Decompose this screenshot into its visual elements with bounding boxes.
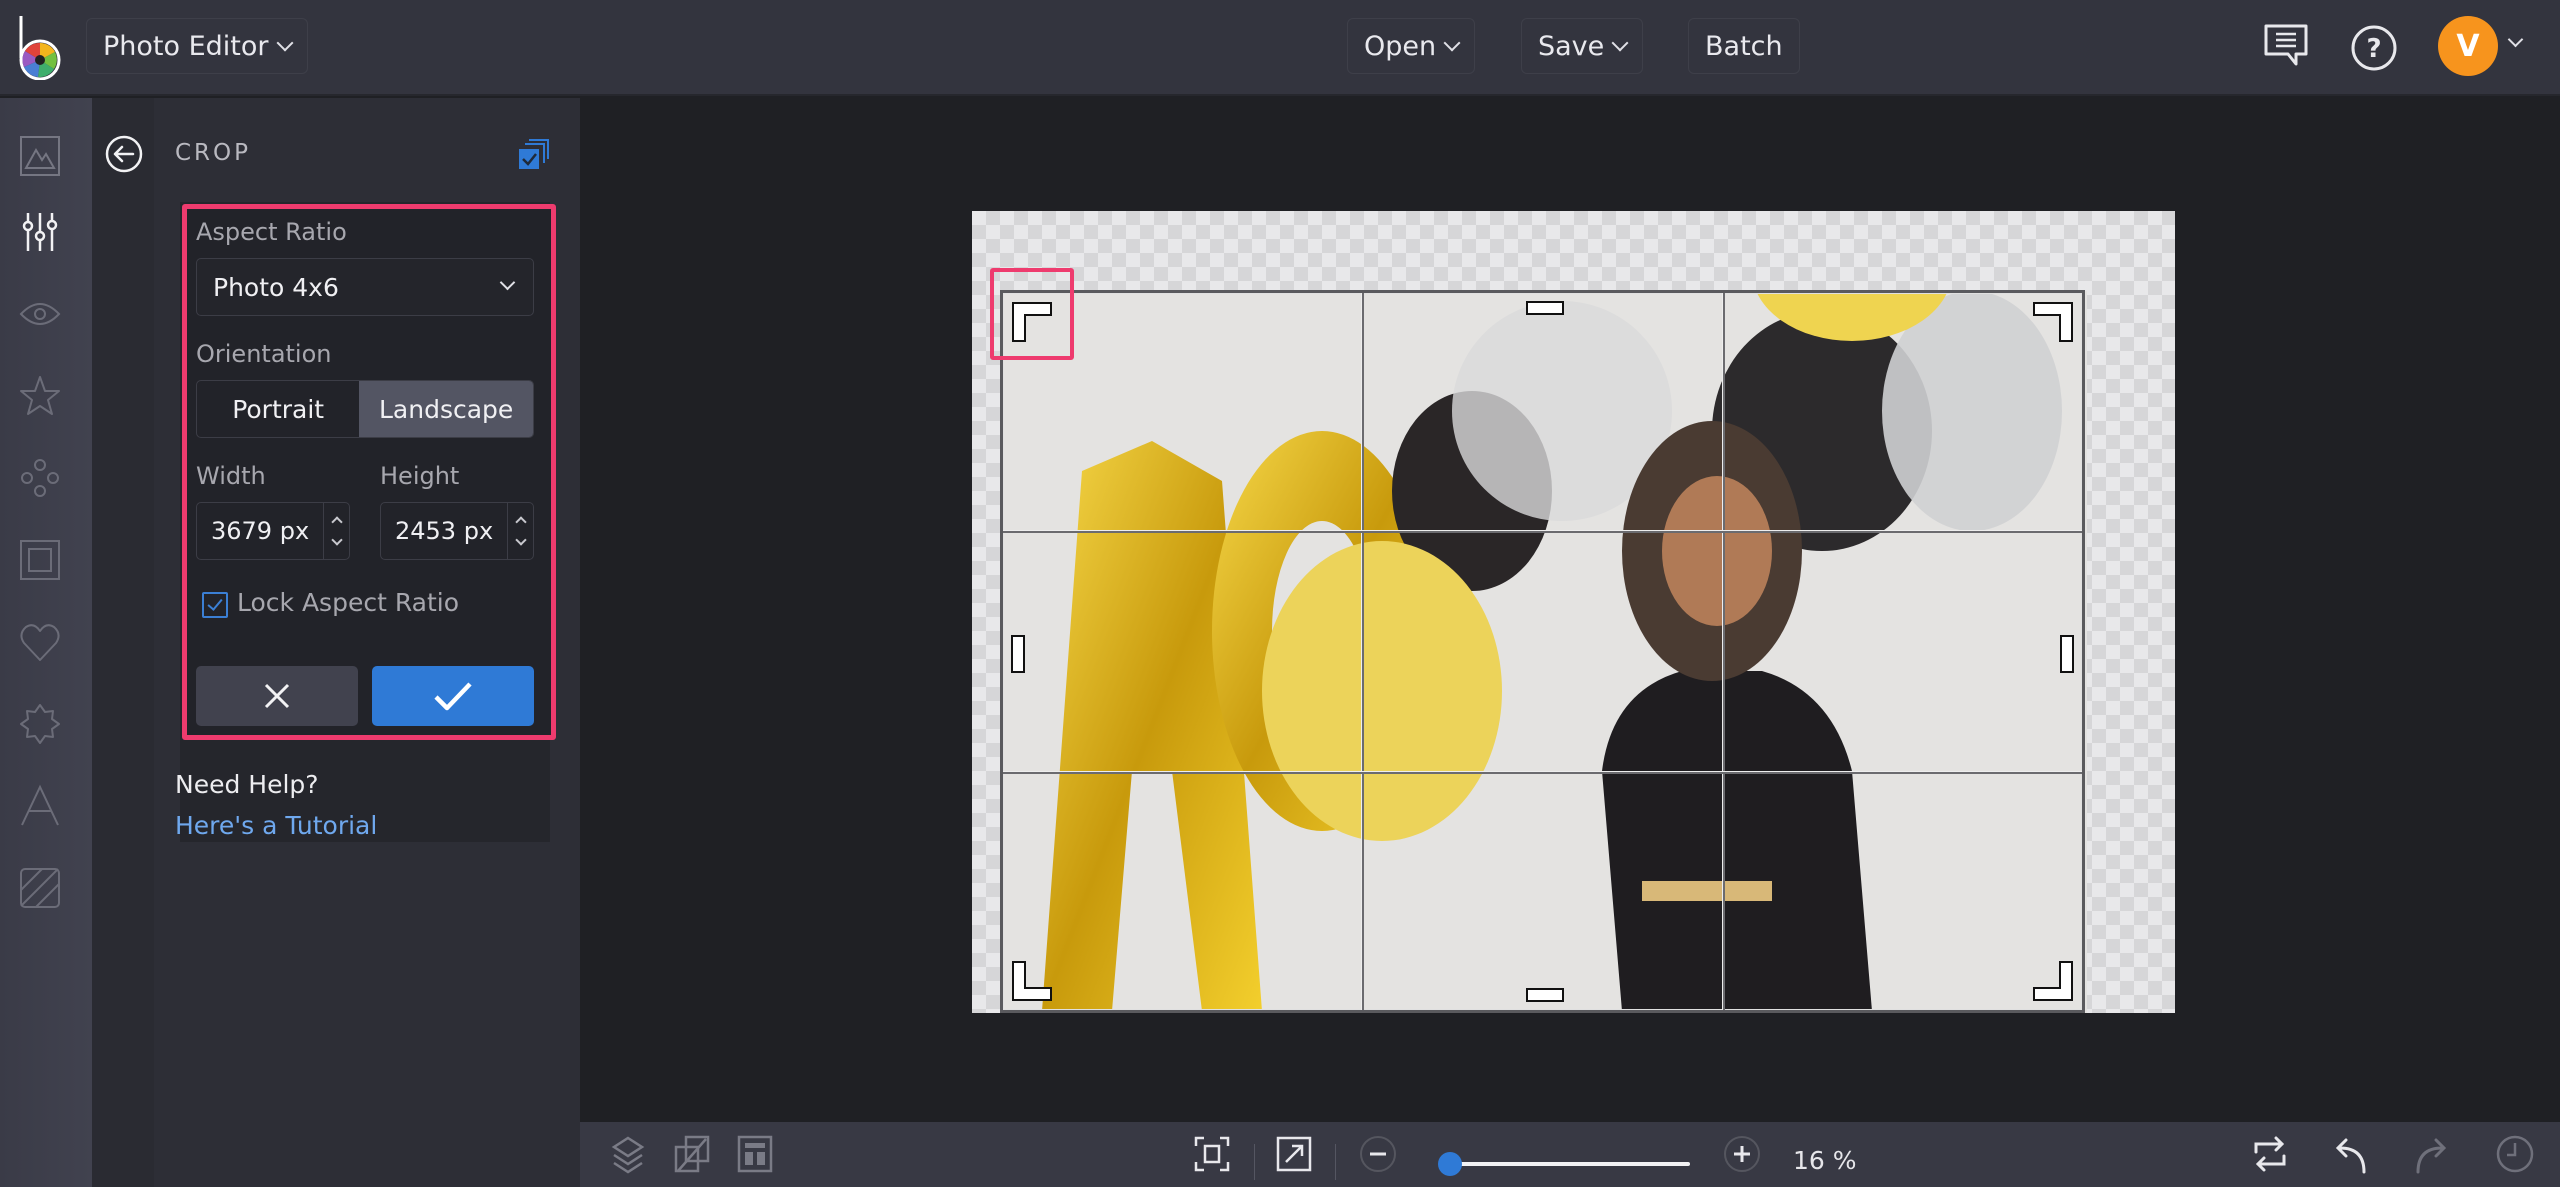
width-label: Width: [196, 462, 266, 490]
help-icon[interactable]: ?: [2350, 24, 2398, 72]
aspect-ratio-value: Photo 4x6: [213, 272, 339, 302]
width-stepper: [323, 503, 349, 559]
app-logo[interactable]: [14, 14, 66, 80]
texture-icon[interactable]: [18, 866, 62, 910]
lock-aspect-ratio-label[interactable]: Lock Aspect Ratio: [237, 588, 459, 617]
width-value[interactable]: 3679 px: [197, 503, 323, 559]
compare-icon[interactable]: [672, 1134, 712, 1174]
adjustments-icon[interactable]: [18, 210, 62, 254]
crop-handle-top[interactable]: [1526, 301, 1564, 315]
open-button[interactable]: Open: [1347, 18, 1476, 74]
image-icon[interactable]: [18, 134, 62, 178]
redo-icon[interactable]: [2412, 1134, 2452, 1174]
top-bar: Photo Editor Open Save Batch ? V: [0, 0, 2560, 96]
crop-frame[interactable]: [1000, 290, 2085, 1013]
batch-label: Batch: [1705, 30, 1783, 62]
help-title: Need Help?: [175, 770, 319, 799]
text-icon[interactable]: [18, 784, 62, 828]
orientation-landscape-button[interactable]: Landscape: [359, 381, 533, 437]
orientation-portrait-button[interactable]: Portrait: [197, 381, 359, 437]
crop-handle-bottom-left[interactable]: [1011, 960, 1053, 1002]
save-label: Save: [1538, 30, 1605, 62]
apply-to-all-icon[interactable]: [517, 136, 551, 170]
cancel-button[interactable]: [196, 666, 358, 726]
apply-button[interactable]: [372, 666, 534, 726]
tutorial-link[interactable]: Here's a Tutorial: [175, 811, 377, 840]
decrement-icon[interactable]: [514, 534, 527, 546]
chevron-down-icon: [499, 274, 516, 291]
back-arrow-icon[interactable]: [104, 134, 144, 174]
close-icon: [264, 683, 290, 709]
orientation-toggle: Portrait Landscape: [196, 380, 534, 438]
panel-gutter: [92, 98, 154, 1187]
zoom-slider-knob[interactable]: [1438, 1152, 1462, 1176]
mode-dropdown[interactable]: Photo Editor: [86, 18, 308, 74]
divider: [1335, 1144, 1336, 1180]
height-input[interactable]: 2453 px: [380, 502, 534, 560]
actual-size-icon[interactable]: [1274, 1134, 1314, 1174]
layout-icon[interactable]: [735, 1134, 775, 1174]
checkmark-icon: [434, 682, 472, 711]
history-icon[interactable]: [2495, 1134, 2535, 1174]
zoom-in-icon[interactable]: [1722, 1134, 1762, 1174]
crop-handle-right[interactable]: [2060, 635, 2074, 673]
tool-sidebar: [0, 98, 92, 1187]
chevron-down-icon: [276, 34, 294, 52]
aspect-ratio-label: Aspect Ratio: [196, 218, 347, 246]
lock-aspect-ratio-checkbox[interactable]: [202, 592, 228, 618]
eye-icon[interactable]: [18, 292, 62, 336]
mode-label: Photo Editor: [103, 30, 269, 62]
crop-handle-bottom-right[interactable]: [2032, 960, 2074, 1002]
decrement-icon[interactable]: [330, 534, 343, 546]
chevron-down-icon: [1611, 34, 1629, 52]
account-menu-chevron-icon[interactable]: [2507, 31, 2524, 48]
height-label: Height: [380, 462, 460, 490]
comment-icon[interactable]: [2262, 22, 2310, 70]
badge-icon[interactable]: [18, 702, 62, 746]
open-label: Open: [1364, 30, 1437, 62]
graphics-icon[interactable]: [18, 456, 62, 500]
crop-handle-left[interactable]: [1011, 635, 1025, 673]
corner-handle-highlight: [990, 268, 1074, 360]
grid-line: [1003, 530, 2082, 533]
zoom-percentage: 16 %: [1793, 1146, 1857, 1175]
aspect-ratio-select[interactable]: Photo 4x6: [196, 258, 534, 316]
layers-icon[interactable]: [608, 1134, 648, 1174]
flip-icon[interactable]: [2250, 1134, 2290, 1174]
grid-line: [1003, 771, 2082, 774]
increment-icon[interactable]: [330, 516, 343, 528]
bottom-toolbar: 16 %: [580, 1122, 2560, 1187]
avatar[interactable]: V: [2438, 16, 2498, 76]
width-input[interactable]: 3679 px: [196, 502, 350, 560]
orientation-label: Orientation: [196, 340, 332, 368]
crop-handle-bottom[interactable]: [1526, 988, 1564, 1002]
frame-icon[interactable]: [18, 538, 62, 582]
grid-line: [1722, 293, 1725, 1010]
batch-button[interactable]: Batch: [1688, 18, 1800, 74]
zoom-out-icon[interactable]: [1358, 1134, 1398, 1174]
undo-icon[interactable]: [2330, 1134, 2370, 1174]
save-button[interactable]: Save: [1521, 18, 1644, 74]
divider: [1254, 1144, 1255, 1180]
panel-title: CROP: [175, 140, 252, 166]
star-icon[interactable]: [18, 374, 62, 418]
chevron-down-icon: [1443, 34, 1461, 52]
crop-handle-top-right[interactable]: [2032, 301, 2074, 343]
heart-icon[interactable]: [18, 620, 62, 664]
height-stepper: [507, 503, 533, 559]
zoom-slider-track[interactable]: [1440, 1162, 1690, 1166]
increment-icon[interactable]: [514, 516, 527, 528]
height-value[interactable]: 2453 px: [381, 503, 507, 559]
grid-line: [1361, 293, 1364, 1010]
fit-screen-icon[interactable]: [1192, 1134, 1232, 1174]
svg-text:?: ?: [2366, 34, 2381, 64]
crop-panel: CROP Aspect Ratio Photo 4x6 Orientation …: [92, 98, 580, 1187]
